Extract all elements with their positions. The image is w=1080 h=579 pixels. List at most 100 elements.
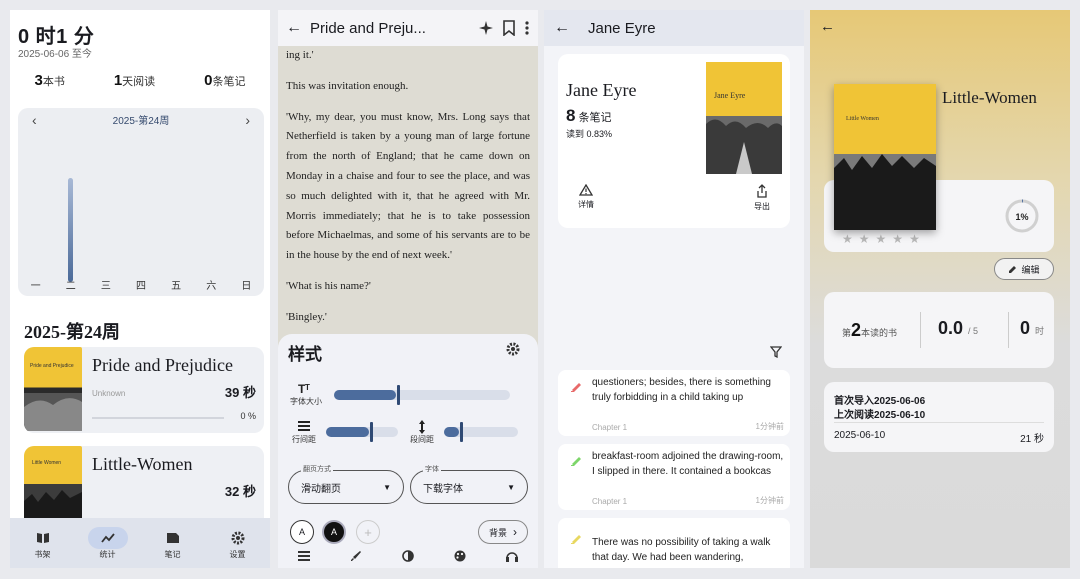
book-time: 39 秒: [224, 385, 256, 400]
score: 0.0 / 5: [938, 318, 979, 338]
sparkle-icon[interactable]: [478, 20, 494, 36]
book-cover: Little Women: [834, 84, 936, 230]
star-icon[interactable]: ★: [842, 232, 853, 246]
nav-label: 笔记: [164, 549, 181, 559]
dropdown-caption: 字体: [423, 464, 441, 474]
note-item[interactable]: breakfast-room adjoined the drawing-room…: [558, 444, 790, 510]
highlighter-icon: [571, 457, 581, 466]
read-rank: 第2本读的书: [842, 320, 898, 340]
paragraph-spacing-label: 段间距: [410, 435, 434, 444]
back-arrow-icon[interactable]: ←: [820, 18, 835, 35]
pencil-icon: [1009, 265, 1017, 273]
progress-ring: 1%: [1005, 199, 1039, 233]
imported-date: 首次导入2025-06-06: [834, 396, 926, 407]
days-count: 1天阅读: [113, 72, 156, 89]
note-count: 8 条笔记: [566, 106, 612, 125]
page-mode-dropdown[interactable]: 翻页方式 滑动翻页 ▼: [288, 464, 404, 504]
book-progress-bar: [92, 417, 224, 419]
style-sheet: 样式 TT 字体大小 行间距 段间距 翻页方式 滑动翻页 ▼ 字体 下载字体 ▼…: [278, 334, 538, 568]
reader-top-bar: ← Pride and Preju...: [278, 10, 538, 46]
last-read-date: 上次阅读2025-06-10: [834, 410, 926, 421]
gear-icon[interactable]: [506, 342, 520, 356]
reader-toolbar: [278, 550, 538, 562]
font-size-label: 字体大小: [290, 397, 322, 406]
note-icon: [166, 532, 179, 543]
star-icon[interactable]: ★: [859, 232, 870, 246]
session-time: 21 秒: [1020, 434, 1044, 445]
svg-text:T: T: [305, 383, 310, 392]
week-label: 2025-第24周: [112, 116, 170, 127]
day-label: 二: [65, 281, 76, 292]
svg-text:Little Women: Little Women: [846, 116, 879, 122]
line-spacing-slider[interactable]: [326, 422, 398, 442]
note-time: 1分钟前: [755, 496, 784, 505]
day-bar: [68, 177, 74, 282]
note-chapter: Chapter 1: [592, 497, 628, 506]
nav-label: 统计: [99, 549, 116, 559]
add-theme-button[interactable]: +: [356, 520, 380, 544]
bookmark-icon[interactable]: [502, 20, 516, 36]
nav-bookshelf[interactable]: 书架: [18, 527, 68, 560]
headphones-icon[interactable]: [506, 550, 518, 562]
note-item[interactable]: There was no possibility of taking a wal…: [558, 518, 790, 568]
svg-text:Little Women: Little Women: [32, 460, 61, 466]
paragraph: 'What is his name?': [286, 279, 371, 292]
background-button[interactable]: 背景 ›: [478, 520, 528, 544]
back-arrow-icon[interactable]: ←: [286, 19, 302, 37]
book-card[interactable]: Pride and Prejudice Pride and Prejudice …: [24, 347, 264, 433]
font-size-slider[interactable]: [334, 385, 510, 405]
book-time: 32 秒: [224, 484, 256, 499]
note-text: questioners; besides, there is something…: [592, 377, 771, 403]
reader-text: ing it.' This was invitation enough. 'Wh…: [286, 46, 530, 339]
book-title: Pride and Prejudice: [92, 355, 233, 375]
star-icon[interactable]: ★: [876, 232, 887, 246]
paragraph: 'Bingley.': [286, 310, 327, 323]
stats-since-date: 2025-06-06 至今: [18, 49, 92, 60]
dropdown-arrow-icon: ▼: [383, 482, 391, 492]
dropdown-arrow-icon: ▼: [507, 482, 515, 492]
time-stat: 0 时: [1020, 318, 1045, 338]
book-percent: 0 %: [240, 411, 256, 421]
notes-screen: ← Jane Eyre Jane Eyre 8 条笔记 读到 0.83% Jan…: [544, 10, 804, 568]
star-icon[interactable]: ★: [892, 232, 903, 246]
notes-top-bar: ← Jane Eyre: [544, 10, 804, 46]
back-arrow-icon[interactable]: ←: [554, 19, 570, 37]
star-icon[interactable]: ★: [909, 232, 920, 246]
note-text: breakfast-room adjoined the drawing-room…: [592, 451, 784, 477]
book-title: Little-Women: [92, 454, 193, 474]
paragraph-spacing-slider[interactable]: [444, 422, 518, 442]
brightness-icon[interactable]: [402, 550, 414, 562]
brush-icon[interactable]: [350, 550, 362, 562]
text-size-icon: TT: [298, 382, 310, 394]
nav-stats[interactable]: 统计: [83, 526, 133, 560]
rating-stars[interactable]: ★ ★ ★ ★ ★: [842, 232, 920, 246]
weekly-chart: ‹ › 2025-第24周 一二三四五六日: [18, 108, 264, 296]
book-open-icon: [36, 532, 49, 543]
book-title: Little-Women: [942, 88, 1037, 107]
day-label: 日: [241, 281, 252, 292]
dropdown-caption: 翻页方式: [301, 464, 333, 474]
theme-dark-swatch[interactable]: A: [322, 520, 346, 544]
books-count: 3本书: [34, 72, 65, 89]
session-date: 2025-06-10: [834, 430, 886, 441]
edit-button[interactable]: 编辑: [994, 258, 1054, 280]
nav-notes[interactable]: 笔记: [148, 527, 198, 560]
day-label: 六: [206, 281, 217, 292]
dropdown-value: 滑动翻页: [301, 483, 341, 495]
export-button[interactable]: 导出: [744, 184, 780, 212]
font-dropdown[interactable]: 字体 下载字体 ▼: [410, 464, 528, 504]
chevron-right-icon: ›: [513, 525, 517, 539]
filter-icon[interactable]: [770, 346, 782, 358]
paragraph: ing it.': [286, 49, 314, 61]
toc-icon[interactable]: [298, 550, 310, 562]
note-item[interactable]: questioners; besides, there is something…: [558, 370, 790, 436]
more-vert-icon[interactable]: [524, 20, 530, 36]
notes-title: Jane Eyre: [588, 19, 656, 37]
theme-light-swatch[interactable]: A: [290, 520, 314, 544]
day-label: 五: [171, 281, 182, 292]
nav-settings[interactable]: 设置: [213, 527, 263, 560]
paragraph: This was invitation enough.: [286, 79, 409, 92]
palette-icon[interactable]: [454, 550, 466, 562]
line-spacing-label: 行间距: [292, 435, 316, 444]
details-button[interactable]: 详情: [568, 184, 604, 210]
